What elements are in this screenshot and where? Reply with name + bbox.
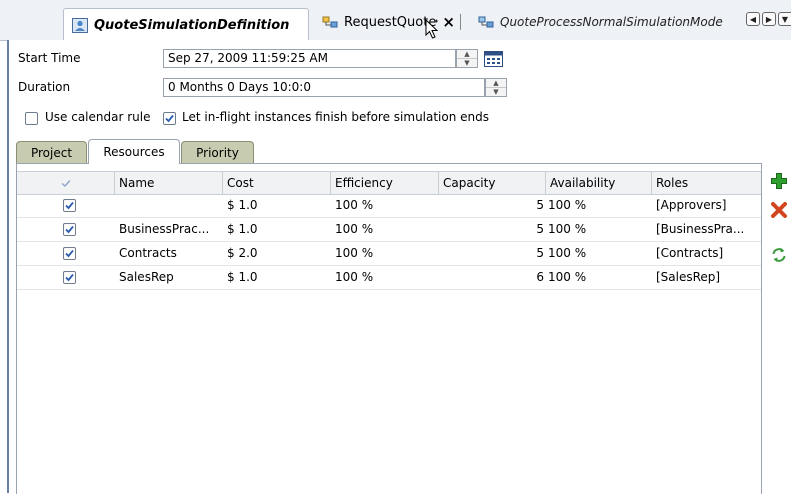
cell-efficiency[interactable]: 100 %	[331, 266, 439, 289]
process-icon	[478, 16, 494, 27]
spinner-down-icon[interactable]: ▼	[486, 88, 506, 96]
cell-capacity[interactable]: 5	[439, 194, 546, 217]
cell-name[interactable]	[115, 194, 223, 217]
use-calendar-checkbox[interactable]	[25, 112, 38, 125]
mouse-pointer-icon	[425, 19, 439, 39]
checkmark-icon	[61, 180, 71, 187]
duration-spinner[interactable]: ▲ ▼	[485, 78, 507, 97]
table-header: Name Cost Efficiency Capacity Availabili…	[17, 171, 761, 195]
tab-label: QuoteProcessNormalSimulationMode	[500, 15, 723, 29]
column-header-availability[interactable]: Availability	[546, 172, 652, 194]
cell-capacity[interactable]: 5	[439, 218, 546, 241]
checkmark-icon	[165, 114, 174, 123]
cell-name[interactable]: Contracts	[115, 242, 223, 265]
cell-efficiency[interactable]: 100 %	[331, 218, 439, 241]
tab-label: QuoteSimulationDefinition	[94, 17, 290, 33]
cell-cost[interactable]: $ 1.0	[223, 266, 331, 289]
scroll-tabs-left-icon[interactable]: ◀	[746, 12, 760, 26]
column-header-capacity[interactable]: Capacity	[439, 172, 546, 194]
table-row[interactable]: BusinessPrac... $ 1.0 100 % 5 100 % [Bus…	[17, 218, 761, 242]
resources-table: Name Cost Efficiency Capacity Availabili…	[16, 163, 762, 494]
column-header-efficiency[interactable]: Efficiency	[331, 172, 439, 194]
cell-availability[interactable]: 100 %	[546, 194, 652, 217]
tab-request-quote[interactable]: RequestQuote ×	[322, 9, 472, 35]
cell-availability[interactable]: 100 %	[546, 266, 652, 289]
start-time-label: Start Time	[18, 51, 81, 65]
refresh-icon[interactable]	[770, 246, 788, 264]
tab-priority[interactable]: Priority	[181, 141, 254, 163]
column-header-roles[interactable]: Roles	[652, 172, 761, 194]
tab-quote-process-normal-simulation-mode[interactable]: QuoteProcessNormalSimulationMode	[478, 9, 740, 35]
column-header-cost[interactable]: Cost	[223, 172, 331, 194]
row-enabled-checkbox[interactable]	[63, 223, 76, 236]
table-row[interactable]: SalesRep $ 1.0 100 % 6 100 % [SalesRep]	[17, 266, 761, 290]
plus-icon[interactable]	[770, 172, 788, 190]
cell-name[interactable]: BusinessPrac...	[115, 218, 223, 241]
cell-cost[interactable]: $ 2.0	[223, 242, 331, 265]
cell-efficiency[interactable]: 100 %	[331, 194, 439, 217]
cell-roles[interactable]: [BusinessPra...	[652, 218, 761, 241]
close-tab-icon[interactable]: ×	[442, 13, 455, 31]
tab-label: Project	[30, 145, 73, 160]
cell-capacity[interactable]: 5	[439, 242, 546, 265]
start-time-field[interactable]: Sep 27, 2009 11:59:25 AM	[163, 49, 456, 68]
checkmark-icon	[65, 201, 74, 210]
tab-separator	[459, 14, 461, 30]
cell-cost[interactable]: $ 1.0	[223, 194, 331, 217]
tab-quote-simulation-definition[interactable]: QuoteSimulationDefinition	[63, 8, 309, 41]
cell-efficiency[interactable]: 100 %	[331, 242, 439, 265]
checkmark-icon	[65, 225, 74, 234]
column-header-name[interactable]: Name	[115, 172, 223, 194]
table-row[interactable]: Contracts $ 2.0 100 % 5 100 % [Contracts…	[17, 242, 761, 266]
row-enabled-checkbox[interactable]	[63, 199, 76, 212]
row-enabled-checkbox[interactable]	[63, 271, 76, 284]
spinner-down-icon[interactable]: ▼	[457, 59, 477, 67]
column-header-enabled[interactable]	[17, 172, 115, 194]
spinner-up-icon[interactable]: ▲	[486, 79, 506, 88]
cell-capacity[interactable]: 6	[439, 266, 546, 289]
table-row[interactable]: $ 1.0 100 % 5 100 % [Approvers]	[17, 194, 761, 218]
cell-availability[interactable]: 100 %	[546, 218, 652, 241]
calendar-icon[interactable]	[483, 49, 504, 68]
start-time-spinner[interactable]: ▲ ▼	[456, 49, 478, 68]
let-inflight-label: Let in-flight instances finish before si…	[182, 110, 490, 124]
checkmark-icon	[65, 273, 74, 282]
tab-resources[interactable]: Resources	[88, 139, 180, 164]
tab-list-dropdown-icon[interactable]: ▼	[778, 12, 791, 26]
tab-label: Resources	[103, 145, 165, 159]
cell-name[interactable]: SalesRep	[115, 266, 223, 289]
simulation-definition-icon	[72, 17, 88, 33]
spinner-up-icon[interactable]: ▲	[457, 50, 477, 59]
tab-label: Priority	[196, 145, 239, 160]
row-enabled-checkbox[interactable]	[63, 247, 76, 260]
use-calendar-label: Use calendar rule	[45, 110, 151, 124]
tab-project[interactable]: Project	[16, 141, 87, 163]
checkmark-icon	[65, 249, 74, 258]
process-icon	[322, 16, 338, 27]
delete-icon[interactable]	[770, 201, 788, 219]
cell-cost[interactable]: $ 1.0	[223, 218, 331, 241]
duration-field[interactable]: 0 Months 0 Days 10:0:0	[163, 78, 485, 97]
cell-roles[interactable]: [SalesRep]	[652, 266, 761, 289]
tab-label: RequestQuote	[344, 14, 437, 30]
duration-label: Duration	[18, 80, 71, 94]
cell-availability[interactable]: 100 %	[546, 242, 652, 265]
cell-roles[interactable]: [Approvers]	[652, 194, 761, 217]
cell-roles[interactable]: [Contracts]	[652, 242, 761, 265]
scroll-tabs-right-icon[interactable]: ▶	[762, 12, 776, 26]
let-inflight-checkbox[interactable]	[163, 112, 176, 125]
